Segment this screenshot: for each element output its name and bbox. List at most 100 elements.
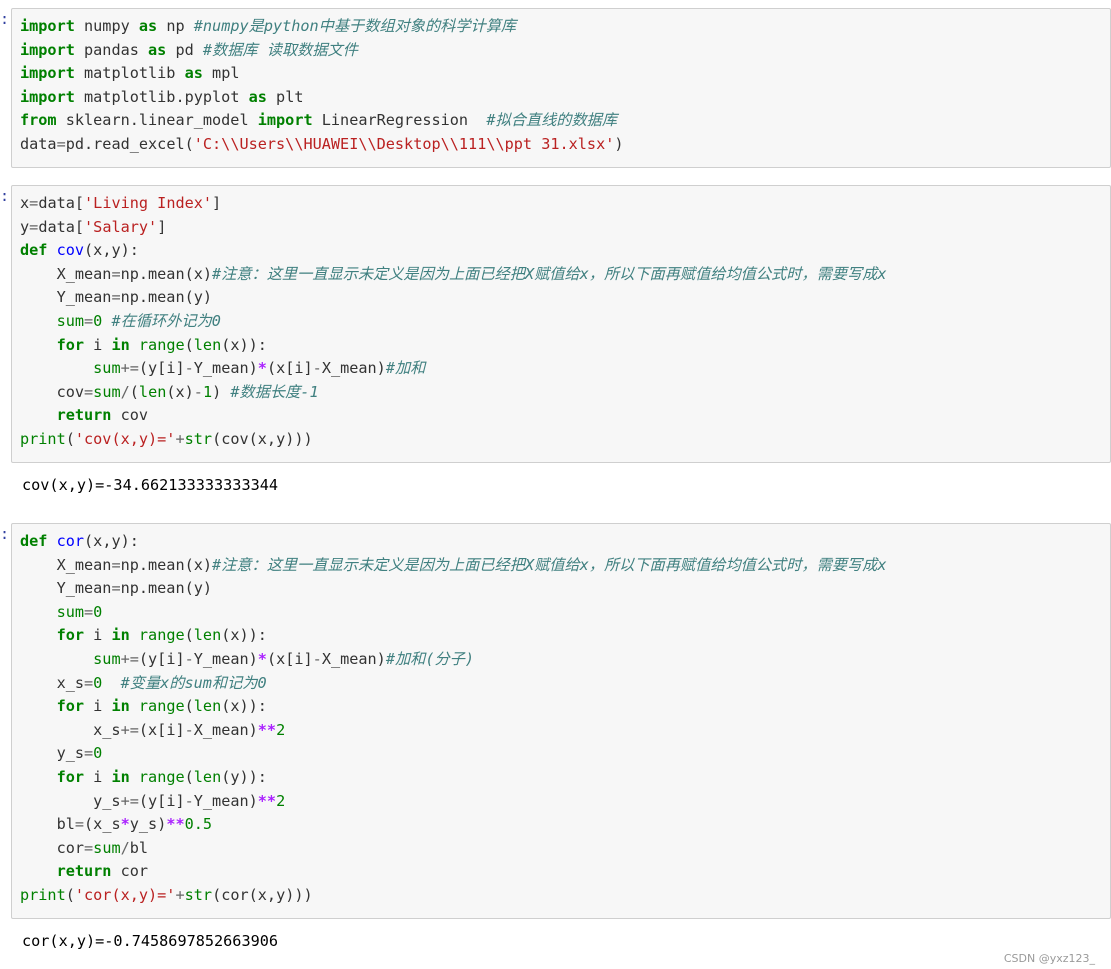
operator: =	[74, 815, 85, 834]
keyword: as	[184, 64, 203, 83]
code-text: y	[20, 217, 30, 236]
code-text: )	[614, 134, 624, 153]
code-text: (	[65, 429, 75, 448]
code-text: i	[84, 697, 112, 716]
code-line: return cor	[20, 860, 1102, 884]
comment: #加和(分子)	[385, 649, 475, 668]
code-line: print('cov(x,y)='+str(cov(x,y)))	[20, 428, 1102, 452]
builtin: sum	[93, 838, 121, 857]
operator: +	[175, 429, 185, 448]
code-text: Y_mean)	[193, 649, 258, 668]
code-text: y_s	[20, 791, 121, 810]
code-text: sklearn.linear_model	[56, 111, 258, 130]
comment: #数据库 读取数据文件	[202, 40, 358, 59]
code-line: sum+=(y[i]-Y_mean)*(x[i]-X_mean)#加和	[20, 357, 1102, 381]
code-block: def cor(x,y): X_mean=np.mean(x)#注意：这里一直显…	[12, 524, 1110, 908]
code-text: pandas	[74, 40, 149, 59]
keyword: for	[56, 697, 85, 716]
code-text: (cov(x,y)))	[212, 429, 313, 448]
code-editor[interactable]: x=data['Living Index'] y=data['Salary'] de…	[11, 185, 1111, 463]
code-line: data=pd.read_excel('C:\\Users\\HUAWEI\\D…	[20, 133, 1102, 157]
code-line: Y_mean=np.mean(y)	[20, 577, 1102, 601]
keyword: in	[111, 626, 130, 645]
operator: =	[84, 311, 94, 330]
comment: #注意：这里一直显示未定义是因为上面已经把X赋值给x，所以下面再赋值给均值公式时…	[212, 264, 887, 283]
keyword: for	[56, 767, 85, 786]
function-name: cor	[56, 532, 85, 550]
code-line: sum=0	[20, 601, 1102, 625]
operator: =	[84, 673, 94, 692]
code-line: cor=sum/bl	[20, 837, 1102, 861]
code-text: data[	[38, 217, 85, 236]
code-line: from sklearn.linear_model import LinearR…	[20, 109, 1102, 133]
code-line: sum=0 #在循环外记为0	[20, 310, 1102, 334]
code-editor[interactable]: def cor(x,y): X_mean=np.mean(x)#注意：这里一直显…	[11, 523, 1111, 919]
code-text: plt	[266, 87, 304, 106]
builtin: range	[138, 335, 185, 354]
code-text: np.mean(x)	[120, 555, 213, 574]
code-text: np.mean(y)	[120, 579, 213, 598]
code-text: ]	[157, 217, 167, 236]
code-line: bl=(x_s*y_s)**0.5	[20, 813, 1102, 837]
builtin: sum	[93, 649, 121, 668]
code-text: (x)):	[221, 697, 267, 716]
string-literal: 'Salary'	[84, 217, 158, 236]
cell-prompt: :	[0, 10, 10, 28]
operator: =	[29, 194, 39, 212]
code-text: x_s	[20, 673, 85, 692]
code-text: (y[i]	[138, 359, 185, 378]
operator: -	[193, 382, 203, 401]
code-line: Y_mean=np.mean(y)	[20, 286, 1102, 310]
builtin: str	[184, 429, 213, 448]
number: 0	[93, 744, 103, 763]
code-text: )	[212, 382, 231, 401]
keyword: import	[20, 40, 75, 59]
cell-output: cor(x,y)=-0.7458697852663906	[22, 932, 279, 950]
code-text: (x)	[166, 382, 194, 401]
number: 2	[276, 720, 286, 739]
code-editor[interactable]: import numpy as np #numpy是python中基于数组对象的…	[11, 8, 1111, 168]
code-text: bl	[20, 815, 75, 834]
operator: =	[84, 838, 94, 857]
code-text: cor	[20, 838, 85, 857]
cell-output: cov(x,y)=-34.662133333333344	[22, 476, 279, 494]
operator: +=	[120, 720, 139, 739]
string-literal: 'C:\\Users\\HUAWEI\\Desktop\\111\\ppt 31…	[193, 134, 615, 153]
code-text: (x,y):	[84, 532, 139, 550]
code-text: Y_mean)	[193, 359, 258, 378]
builtin: sum	[93, 359, 121, 378]
operator: =	[56, 134, 66, 153]
operator: /	[120, 382, 130, 401]
code-text: X_mean	[20, 264, 112, 283]
code-line: print('cor(x,y)='+str(cor(x,y)))	[20, 884, 1102, 908]
operator: =	[111, 579, 121, 598]
operator: +=	[120, 791, 139, 810]
comment: #拟合直线的数据库	[486, 111, 618, 130]
code-text: Y_mean)	[193, 791, 258, 810]
string-literal: 'Living Index'	[84, 194, 213, 212]
operator: =	[111, 264, 121, 283]
comment: #加和	[385, 359, 426, 378]
code-line: x_s+=(x[i]-X_mean)**2	[20, 719, 1102, 743]
code-text: matplotlib.pyplot	[74, 87, 249, 106]
operator: -	[312, 649, 322, 668]
operator: /	[120, 838, 130, 857]
code-block: import numpy as np #numpy是python中基于数组对象的…	[12, 9, 1110, 157]
builtin: range	[138, 697, 185, 716]
code-text: bl	[129, 838, 149, 857]
code-text: X_mean	[20, 555, 112, 574]
keyword: in	[111, 697, 130, 716]
code-text: np.mean(y)	[120, 288, 213, 307]
code-text: (	[65, 885, 75, 904]
operator: =	[84, 382, 94, 401]
builtin: sum	[56, 602, 85, 621]
